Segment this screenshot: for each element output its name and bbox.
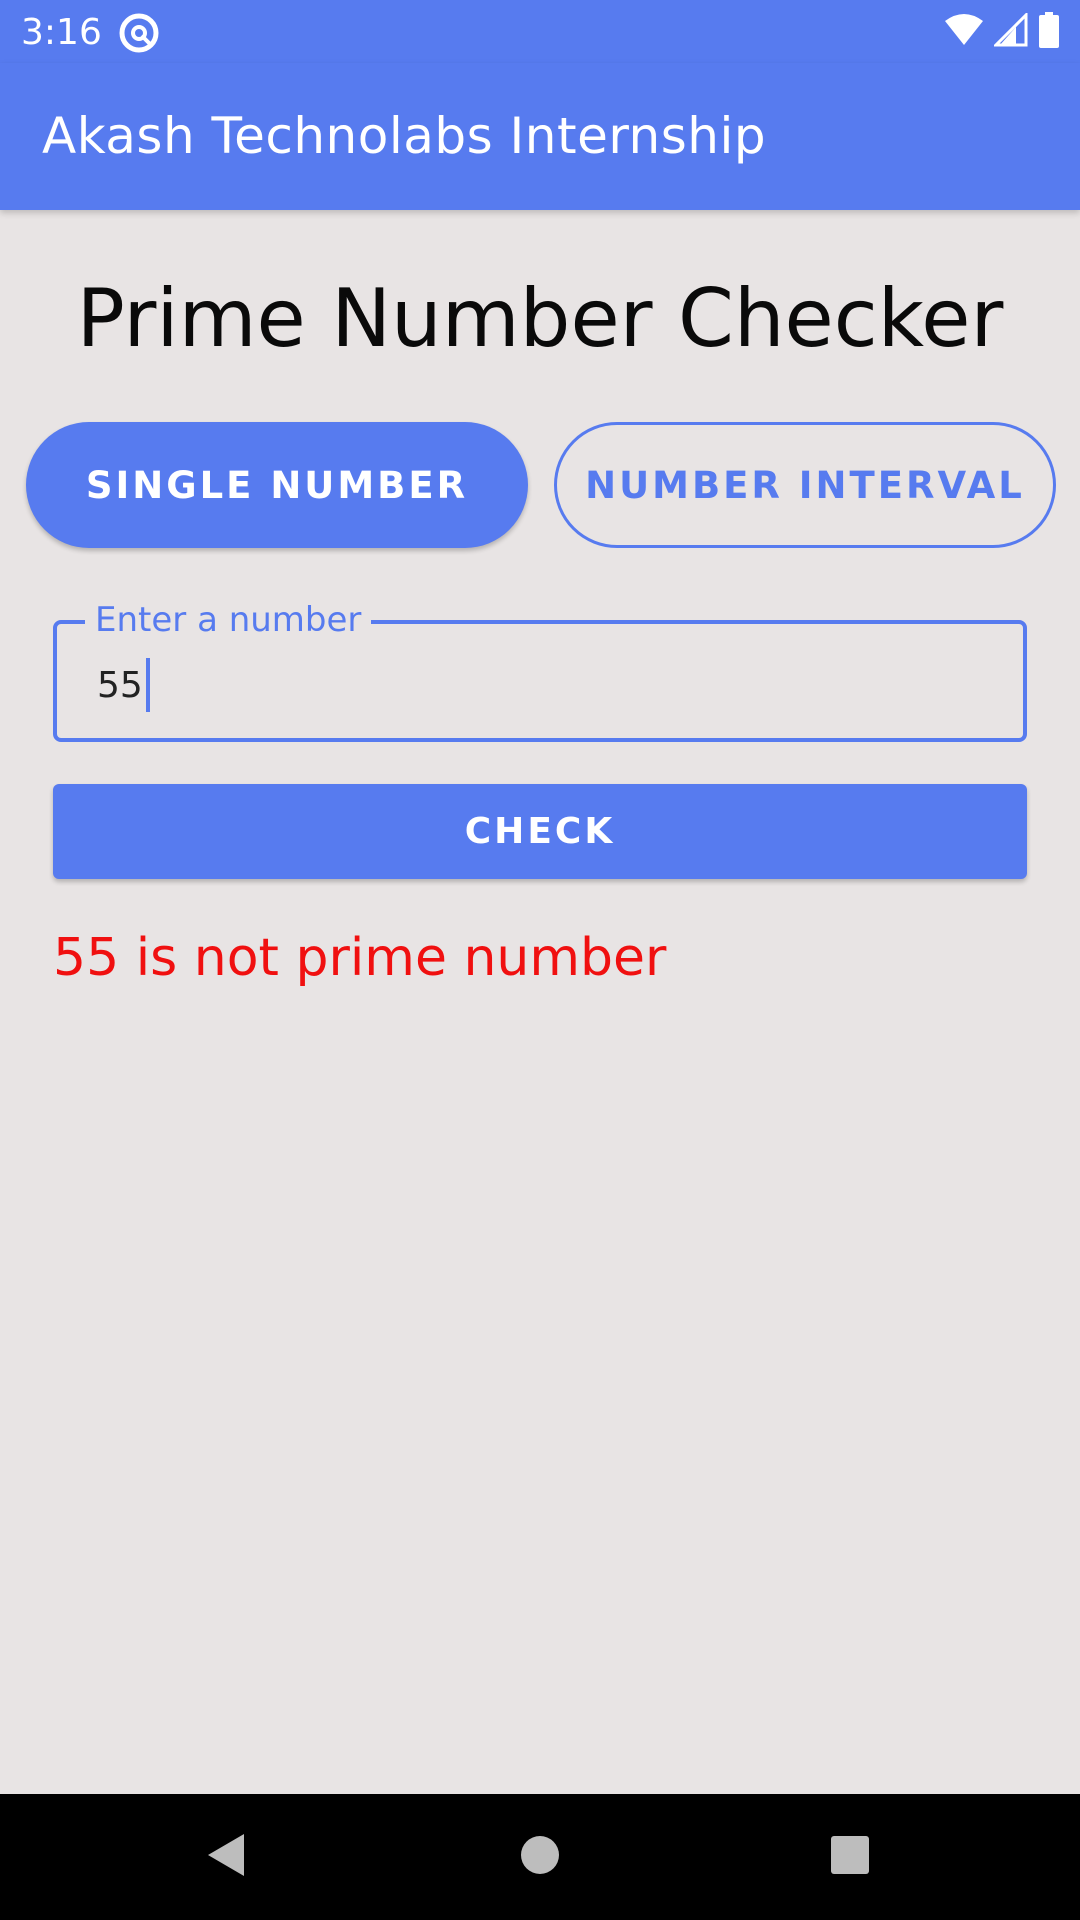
wifi-icon bbox=[944, 13, 984, 52]
number-input-value: 55 bbox=[97, 664, 143, 706]
screen: 3:16 Akash Technolabs Internship Prime N… bbox=[0, 0, 1080, 1920]
app-title: Akash Technolabs Internship bbox=[42, 107, 767, 165]
status-bar: 3:16 bbox=[0, 0, 1080, 63]
app-bar: Akash Technolabs Internship bbox=[0, 63, 1080, 210]
check-button[interactable]: CHECK bbox=[53, 784, 1027, 879]
status-icons bbox=[944, 10, 1060, 53]
back-button[interactable] bbox=[156, 1794, 296, 1920]
home-circle-icon bbox=[519, 1834, 561, 1881]
number-input[interactable]: Enter a number 55 bbox=[53, 600, 1027, 742]
battery-icon bbox=[1038, 11, 1060, 53]
number-interval-button[interactable]: NUMBER INTERVAL bbox=[554, 422, 1056, 548]
home-button[interactable] bbox=[470, 1794, 610, 1920]
text-caret bbox=[145, 658, 150, 712]
number-input-label: Enter a number bbox=[85, 600, 372, 640]
number-input-value-wrap[interactable]: 55 bbox=[97, 658, 150, 712]
result-text: 55 is not prime number bbox=[53, 928, 667, 988]
navigation-bar bbox=[0, 1794, 1080, 1920]
single-number-button[interactable]: SINGLE NUMBER bbox=[26, 422, 528, 548]
back-triangle-icon bbox=[204, 1831, 248, 1884]
at-sign-icon bbox=[118, 12, 160, 54]
page-title: Prime Number Checker bbox=[76, 272, 1004, 365]
cell-signal-icon bbox=[992, 10, 1028, 52]
status-time: 3:16 bbox=[21, 12, 102, 53]
recents-square-icon bbox=[830, 1835, 870, 1880]
recents-button[interactable] bbox=[780, 1794, 920, 1920]
